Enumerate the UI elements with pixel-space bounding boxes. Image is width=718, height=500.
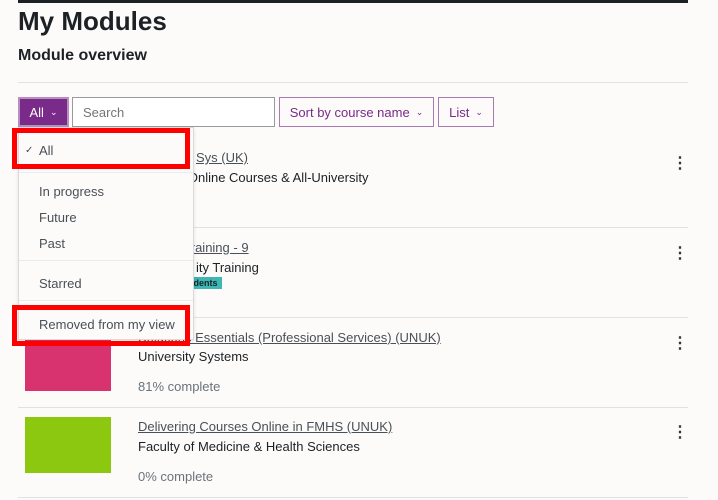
- chevron-down-icon: ⌄: [415, 106, 424, 117]
- menu-item-future[interactable]: Future: [39, 210, 77, 225]
- view-label: List: [449, 104, 470, 120]
- filter-dropdown-button[interactable]: All ⌄: [18, 97, 69, 127]
- chevron-down-icon: ⌄: [475, 106, 483, 117]
- sort-dropdown-button[interactable]: Sort by course name ⌄: [279, 97, 434, 127]
- more-options-icon[interactable]: ⋮: [672, 336, 688, 352]
- course-category: Faculty of Medicine & Health Sciences: [138, 439, 360, 454]
- course-thumbnail[interactable]: [25, 417, 111, 473]
- menu-divider: [19, 300, 193, 301]
- course-title-link[interactable]: Delivering Courses Online in FMHS (UNUK): [138, 419, 392, 434]
- menu-item-in-progress[interactable]: In progress: [39, 184, 104, 199]
- more-options-icon[interactable]: ⋮: [672, 425, 688, 441]
- sort-label: Sort by course name: [289, 104, 410, 120]
- section-title: Module overview: [18, 47, 147, 64]
- chevron-down-icon: ⌄: [49, 106, 58, 117]
- top-border: [18, 0, 688, 3]
- filter-label: All: [29, 104, 44, 120]
- divider: [18, 82, 688, 83]
- search-input[interactable]: [72, 97, 275, 127]
- menu-divider: [19, 260, 193, 261]
- course-progress: 0% complete: [138, 469, 214, 484]
- course-category: University Systems: [138, 349, 249, 364]
- course-item: Delivering Courses Online in FMHS (UNUK)…: [18, 408, 688, 498]
- more-options-icon[interactable]: ⋮: [672, 246, 688, 262]
- page-title: My Modules: [18, 6, 167, 36]
- more-options-icon[interactable]: ⋮: [672, 156, 688, 172]
- menu-item-starred[interactable]: Starred: [39, 276, 82, 291]
- menu-item-past[interactable]: Past: [39, 236, 65, 251]
- course-title-link[interactable]: Sys (UK): [196, 150, 248, 165]
- highlight-box: [12, 305, 190, 346]
- highlight-box: [12, 128, 190, 169]
- menu-divider: [19, 172, 193, 173]
- course-category: ity Training: [196, 260, 259, 275]
- course-progress: 81% complete: [138, 379, 221, 394]
- view-dropdown-button[interactable]: List ⌄: [438, 97, 494, 127]
